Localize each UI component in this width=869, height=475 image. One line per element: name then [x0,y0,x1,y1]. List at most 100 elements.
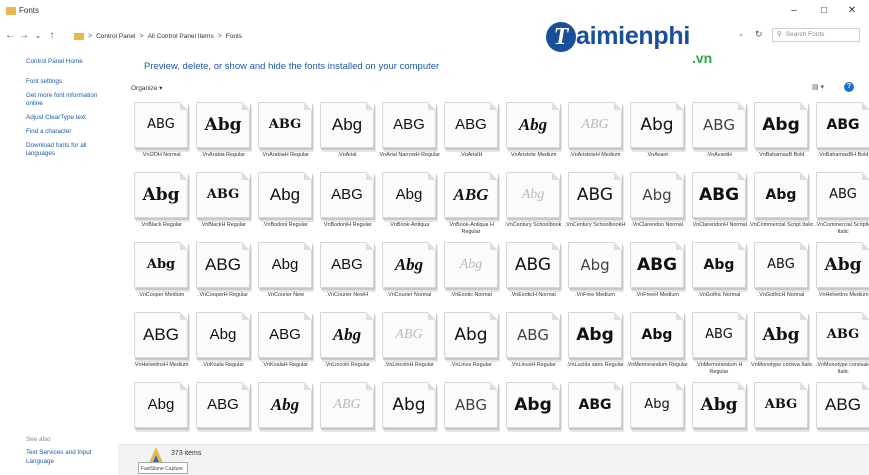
font-file-icon: Abg [134,242,188,288]
font-tile[interactable]: ABG .VnArabiaH Regular [254,100,316,175]
organize-button[interactable]: Organize ▾ [131,84,162,92]
font-tile[interactable]: Abg .VnBook-Antiqua [378,170,440,245]
font-tile[interactable]: ABG .VnExoticH Normal [502,240,564,315]
font-tile[interactable]: ABG .VnLincolnH Regular [378,310,440,385]
font-tile[interactable]: Abg .VnBahamasB Bold [750,100,812,175]
font-tile[interactable]: Abg .VnCourier New [254,240,316,315]
font-tile[interactable]: ABG .VnCourier NewH [316,240,378,315]
font-tile[interactable]: ABG .VnBook-Antiqua H Regular [440,170,502,245]
font-tile[interactable]: ABG .VnLinusH Regular [502,310,564,385]
font-tile[interactable]: Abg .VnClarendon Normal [626,170,688,245]
font-tile[interactable]: ABG .VnFreeH Medium [626,240,688,315]
font-tile[interactable]: ABG .VnMonotype corsivaH Italic [812,310,869,385]
breadcrumb-control-panel[interactable]: Control Panel [96,33,135,40]
view-options-button[interactable]: ▤ ▾ [812,83,824,91]
font-sample: Abg [521,187,545,202]
search-input[interactable]: ⚲ Search Fonts [772,28,860,42]
font-tile[interactable]: Abg .VnKoala Regular [192,310,254,385]
font-name: .VnGothic Normal [697,292,741,298]
back-arrow-icon[interactable]: ← [4,29,16,43]
sidebar-item-find-character[interactable]: Find a character [26,128,114,136]
font-file-icon: Abg [196,102,250,148]
font-file-icon: Abg [630,382,684,428]
breadcrumb-all-items[interactable]: All Control Panel Items [148,33,214,40]
font-tile[interactable]: ABG .VnI2DH Normal [130,100,192,175]
font-name: .VnAvantH [706,152,732,158]
recent-dropdown-icon[interactable]: ⌄ [32,29,44,43]
see-also-label: See also [26,436,51,443]
help-icon[interactable]: ? [844,82,854,92]
font-file-icon: ABG [258,312,312,358]
font-tile[interactable]: Abg .VnLinus Regular [440,310,502,385]
font-tile[interactable]: ABG .VnBahamasBH Bold [812,100,869,175]
font-tile[interactable]: Abg .VnAvant [626,100,688,175]
refresh-icon[interactable]: ↻ [755,29,763,40]
forward-arrow-icon[interactable]: → [18,29,30,43]
font-file-icon: ABG [692,102,746,148]
font-tile[interactable]: ABG .VnClarendonH Normal [688,170,750,245]
font-tile[interactable]: Abg .VnCommercial Script Italic [749,170,813,245]
breadcrumb[interactable]: > Control Panel > All Control Panel Item… [74,29,242,43]
font-tile[interactable]: Abg .VnArabia Regular [192,100,254,175]
font-tile[interactable]: Abg .VnLincoln Regular [316,310,378,385]
font-sample: Abg [142,185,180,205]
font-tile[interactable]: ABG .VnCommercial ScriptH Italic [812,170,869,245]
sidebar-item-download-fonts[interactable]: Download fonts for all languages [26,142,114,158]
font-tile[interactable]: Abg .VnFree Medium [564,240,626,315]
font-tile[interactable]: ABG .VnGothicH Normal [750,240,812,315]
font-tile[interactable]: Abg .VnCooper Medium [130,240,192,315]
font-tile[interactable]: Abg .VnBodoni Regular [254,170,316,245]
logo-text: aimienphi [576,22,690,50]
font-name: .VnLinus Regular [450,362,492,368]
breadcrumb-fonts[interactable]: Fonts [226,33,242,40]
font-sample: ABG [269,326,301,343]
font-tile[interactable]: ABG .VnArial NarrowH Regular [378,100,440,175]
font-file-icon: Abg [258,242,312,288]
sidebar-item-more-font-info[interactable]: Get more font information online [26,92,114,108]
font-tile[interactable]: ABG .VnHelvetInsH Medium [130,310,192,385]
font-tile[interactable]: Abg .VnMonotype corsiva Italic [750,310,812,385]
font-file-icon: Abg [692,382,746,428]
font-tile[interactable]: Abg .VnMemorandum Regular [626,310,688,385]
font-tile[interactable]: ABG .VnKoalaH Regular [254,310,316,385]
font-tile[interactable]: Abg .VnArial [316,100,378,175]
sidebar-item-cleartype[interactable]: Adjust ClearType text [26,114,114,122]
font-tile[interactable]: ABG .VnAvantH [688,100,750,175]
close-button[interactable]: ✕ [838,2,866,20]
font-tile[interactable]: Abg .VnGothic Normal [688,240,750,315]
maximize-button[interactable]: □ [810,2,838,20]
font-sample: ABG [206,187,240,202]
sidebar-item-font-settings[interactable]: Font settings [26,78,114,86]
font-tile[interactable]: ABG .VnBlackH Regular [192,170,254,245]
font-tile[interactable]: Abg .VnHelvetIns Medium [812,240,869,315]
font-file-icon: ABG [444,172,498,218]
font-tile[interactable]: Abg .VnCourier Normal [378,240,440,315]
up-arrow-icon[interactable]: ↑ [46,29,58,43]
font-tile[interactable]: ABG .VnCentury SchoolbookH [564,170,626,245]
language-link[interactable]: Language [26,458,54,465]
font-name: .VnBodoniH Regular [322,222,372,228]
minimize-button[interactable]: – [780,2,808,20]
font-tile[interactable]: ABG .VnAristoteH Medium [564,100,626,175]
font-file-icon: Abg [382,382,436,428]
text-services-link[interactable]: Text Services and Input [26,449,91,456]
font-tile[interactable]: ABG .VnMemorandum H Regular [688,310,750,385]
search-placeholder: Search Fonts [785,31,825,38]
font-tile[interactable]: Abg .VnBlack Regular [130,170,192,245]
font-file-icon: ABG [320,382,374,428]
font-tile[interactable]: ABG .VnCooperH Regular [192,240,254,315]
font-tile[interactable]: Abg .VnExotic Normal [440,240,502,315]
font-tile[interactable]: Abg .VnLucida sans Regular [564,310,626,385]
font-file-icon: ABG [444,382,498,428]
font-sample: ABG [331,186,363,203]
font-tile[interactable]: ABG .VnArialH [440,100,502,175]
font-sample: ABG [767,257,795,272]
font-tile[interactable]: Abg .VnAristote Medium [502,100,564,175]
font-sample: ABG [268,117,302,132]
font-name: .VnCourier Normal [386,292,432,298]
status-bar: 373 items [118,444,869,475]
sidebar-item-control-panel-home[interactable]: Control Panel Home [26,58,114,66]
font-file-icon: Abg [258,382,312,428]
font-tile[interactable]: ABG .VnBodoniH Regular [316,170,378,245]
font-tile[interactable]: Abg .VnCentury Schoolbook [502,170,564,245]
